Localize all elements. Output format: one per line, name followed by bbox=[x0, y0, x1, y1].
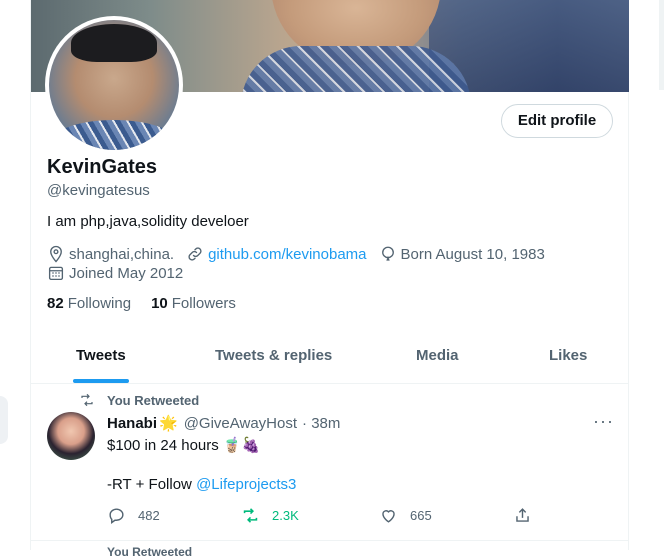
like-icon bbox=[382, 510, 395, 523]
left-nav-edge bbox=[0, 396, 8, 444]
profile-meta: shanghai,china. github.com/kevinobama Bo… bbox=[47, 245, 553, 263]
tweet-header: Hanabi 🌟 @GiveAwayHost · 38m bbox=[107, 414, 340, 433]
tweet-author-avatar[interactable] bbox=[47, 412, 95, 460]
followers-link[interactable]: 10 Followers bbox=[151, 295, 236, 312]
tab-likes[interactable]: Likes bbox=[549, 330, 587, 383]
profile-avatar[interactable] bbox=[45, 16, 183, 154]
retweet-count: 2.3K bbox=[272, 508, 299, 523]
tweet-author-name[interactable]: Hanabi bbox=[107, 415, 157, 432]
tweet-actions: 482 2.3K 665 bbox=[107, 506, 547, 526]
profile-name: KevinGates bbox=[47, 156, 158, 178]
balloon-icon bbox=[381, 246, 394, 261]
retweet-button[interactable]: 2.3K bbox=[241, 506, 299, 525]
profile-tabs: Tweets Tweets & replies Media Likes bbox=[31, 330, 629, 384]
calendar-icon bbox=[48, 266, 64, 281]
active-tab-indicator bbox=[73, 379, 129, 383]
tab-media[interactable]: Media bbox=[416, 330, 459, 383]
link-icon bbox=[188, 247, 202, 261]
reply-count: 482 bbox=[138, 508, 160, 523]
profile-bio: I am php,java,solidity develoer bbox=[47, 213, 249, 230]
like-count: 665 bbox=[410, 508, 432, 523]
edit-profile-button[interactable]: Edit profile bbox=[501, 104, 613, 138]
profile-handle: @kevingatesus bbox=[47, 182, 150, 199]
profile-website-link[interactable]: github.com/kevinobama bbox=[208, 246, 366, 263]
tweet-text: $100 in 24 hours 🧋🍇 bbox=[107, 437, 261, 454]
next-tweet-partial: You Retweeted bbox=[107, 545, 193, 559]
tab-tweets-replies[interactable]: Tweets & replies bbox=[215, 330, 332, 383]
right-sidebar-edge bbox=[659, 0, 664, 90]
reply-icon bbox=[109, 508, 124, 525]
share-button[interactable] bbox=[513, 506, 544, 525]
tweet-item[interactable]: You Retweeted Hanabi 🌟 @GiveAwayHost · 3… bbox=[31, 384, 629, 541]
star-emoji: 🌟 bbox=[159, 415, 178, 432]
profile-meta-joined: Joined May 2012 bbox=[47, 264, 191, 282]
tab-tweets[interactable]: Tweets bbox=[76, 330, 126, 383]
following-link[interactable]: 82 Following bbox=[47, 295, 131, 312]
retweet-icon bbox=[243, 508, 258, 523]
tweet-timestamp[interactable]: · 38m bbox=[302, 415, 340, 432]
reply-button[interactable]: 482 bbox=[107, 506, 160, 525]
profile-location: shanghai,china. bbox=[69, 245, 175, 263]
follow-stats: 82 Following 10 Followers bbox=[47, 295, 236, 312]
tweet-mention-link[interactable]: @Lifeprojects3 bbox=[196, 476, 296, 493]
share-icon bbox=[516, 508, 529, 522]
tweet-author-handle[interactable]: @GiveAwayHost bbox=[184, 415, 297, 432]
like-button[interactable]: 665 bbox=[379, 506, 432, 525]
profile-joined: Joined May 2012 bbox=[69, 264, 184, 282]
more-icon[interactable]: ··· bbox=[593, 411, 614, 432]
tweet-text-line: -RT + Follow @Lifeprojects3 bbox=[107, 476, 297, 493]
retweet-icon bbox=[81, 393, 93, 407]
location-icon bbox=[50, 245, 62, 263]
profile-birthday: Born August 10, 1983 bbox=[400, 245, 545, 263]
retweet-context: You Retweeted bbox=[79, 392, 199, 408]
profile-column: Edit profile KevinGates @kevingatesus I … bbox=[30, 0, 629, 559]
